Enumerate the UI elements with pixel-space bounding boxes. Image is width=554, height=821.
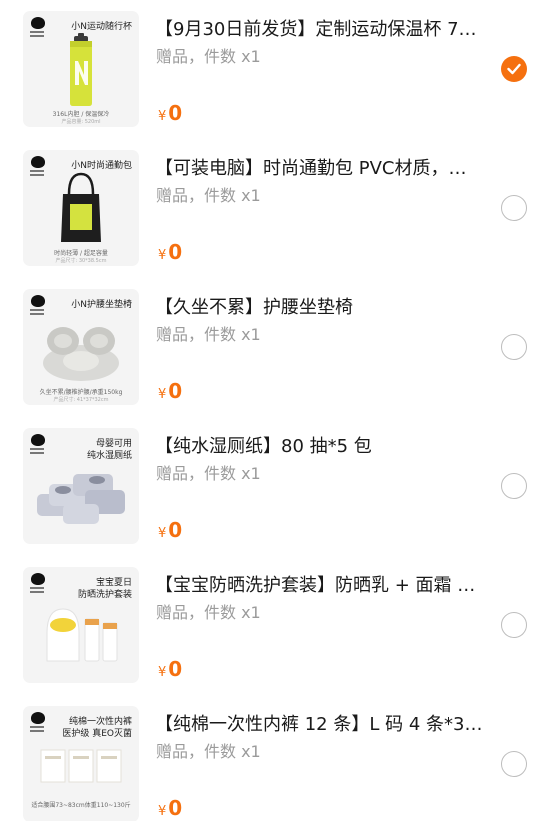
price-value: 0	[168, 518, 183, 542]
wet-wipes-icon	[37, 474, 125, 524]
item-price: ¥0	[158, 240, 182, 264]
price-value: 0	[168, 796, 183, 820]
currency-symbol: ¥	[158, 665, 167, 680]
price-value: 0	[168, 657, 183, 681]
item-title: 【纯水湿厕纸】80 抽*5 包	[155, 436, 372, 457]
item-subtitle: 赠品，件数 x1	[156, 186, 261, 205]
thumbnail-caption: 时尚轻薄 / 超足容量	[54, 250, 108, 257]
product-thumbnail[interactable]: 小N运动随行杯 316L内胆 / 保温保冷 产品容量: 520ml	[23, 11, 139, 127]
thumbnail-caption: 316L内胆 / 保温保冷	[52, 111, 110, 118]
currency-symbol: ¥	[158, 248, 167, 263]
item-title: 【纯棉一次性内裤 12 条】L 码 4 条*3 盒	[155, 714, 485, 735]
item-price: ¥0	[158, 796, 182, 820]
water-bottle-icon	[70, 33, 92, 106]
checkmark-icon	[507, 63, 521, 75]
select-radio[interactable]	[501, 612, 527, 638]
currency-symbol: ¥	[158, 109, 167, 124]
gift-item[interactable]: 小N护腰坐垫椅 久坐不累/腰椎护腰/承重150kg 产品尺寸: 41*37*32…	[0, 278, 554, 417]
item-title: 【9月30日前发货】定制运动保温杯 7…	[155, 19, 477, 40]
currency-symbol: ¥	[158, 526, 167, 541]
item-subtitle: 赠品，件数 x1	[156, 742, 261, 761]
price-value: 0	[168, 240, 183, 264]
gift-item[interactable]: 纯棉一次性内裤 医护级 真EO灭菌 适合腰围73~83cm体重110~130斤 【…	[0, 695, 554, 821]
item-subtitle: 赠品，件数 x1	[156, 325, 261, 344]
product-thumbnail[interactable]: 纯棉一次性内裤 医护级 真EO灭菌 适合腰围73~83cm体重110~130斤	[23, 706, 139, 821]
gift-item[interactable]: 宝宝夏日 防晒洗护套装 【宝宝防晒洗护套装】防晒乳 + 面霜 +… 赠品，件数 x…	[0, 556, 554, 695]
tote-bag-icon	[61, 172, 101, 242]
gift-item-list: 小N运动随行杯 316L内胆 / 保温保冷 产品容量: 520ml 【9月30日…	[0, 0, 554, 821]
seat-cushion-icon	[43, 327, 119, 381]
product-thumbnail[interactable]: 宝宝夏日 防晒洗护套装	[23, 567, 139, 683]
price-value: 0	[168, 379, 183, 403]
sunscreen-set-icon	[46, 608, 118, 662]
thumbnail-caption: 适合腰围73~83cm体重110~130斤	[31, 802, 131, 809]
select-radio[interactable]	[501, 195, 527, 221]
gift-item[interactable]: 小N时尚通勤包 时尚轻薄 / 超足容量 产品尺寸: 30*38.5cm 【可装电…	[0, 139, 554, 278]
item-price: ¥0	[158, 657, 182, 681]
thumbnail-caption-secondary: 产品容量: 520ml	[61, 119, 101, 125]
item-subtitle: 赠品，件数 x1	[156, 47, 261, 66]
item-title: 【宝宝防晒洗护套装】防晒乳 + 面霜 +…	[155, 575, 485, 596]
gift-item[interactable]: 小N运动随行杯 316L内胆 / 保温保冷 产品容量: 520ml 【9月30日…	[0, 0, 554, 139]
thumbnail-caption: 久坐不累/腰椎护腰/承重150kg	[39, 389, 123, 396]
thumbnail-caption-secondary: 产品尺寸: 30*38.5cm	[55, 258, 107, 264]
currency-symbol: ¥	[158, 387, 167, 402]
price-value: 0	[168, 101, 183, 125]
gift-item[interactable]: 母婴可用 纯水湿厕纸 【纯水湿厕纸】80 抽*5 包 赠品，件数 x1 ¥0	[0, 417, 554, 556]
product-thumbnail[interactable]: 小N时尚通勤包 时尚轻薄 / 超足容量 产品尺寸: 30*38.5cm	[23, 150, 139, 266]
item-subtitle: 赠品，件数 x1	[156, 464, 261, 483]
item-price: ¥0	[158, 518, 182, 542]
select-radio[interactable]	[501, 751, 527, 777]
item-title: 【可装电脑】时尚通勤包 PVC材质，…	[155, 158, 467, 179]
item-price: ¥0	[158, 379, 182, 403]
item-price: ¥0	[158, 101, 182, 125]
item-subtitle: 赠品，件数 x1	[156, 603, 261, 622]
select-radio-checked[interactable]	[501, 56, 527, 82]
select-radio[interactable]	[501, 473, 527, 499]
currency-symbol: ¥	[158, 804, 167, 819]
select-radio[interactable]	[501, 334, 527, 360]
item-title: 【久坐不累】护腰坐垫椅	[155, 297, 353, 318]
thumbnail-caption-secondary: 产品尺寸: 41*37*32cm	[53, 397, 109, 403]
product-thumbnail[interactable]: 母婴可用 纯水湿厕纸	[23, 428, 139, 544]
product-thumbnail[interactable]: 小N护腰坐垫椅 久坐不累/腰椎护腰/承重150kg 产品尺寸: 41*37*32…	[23, 289, 139, 405]
